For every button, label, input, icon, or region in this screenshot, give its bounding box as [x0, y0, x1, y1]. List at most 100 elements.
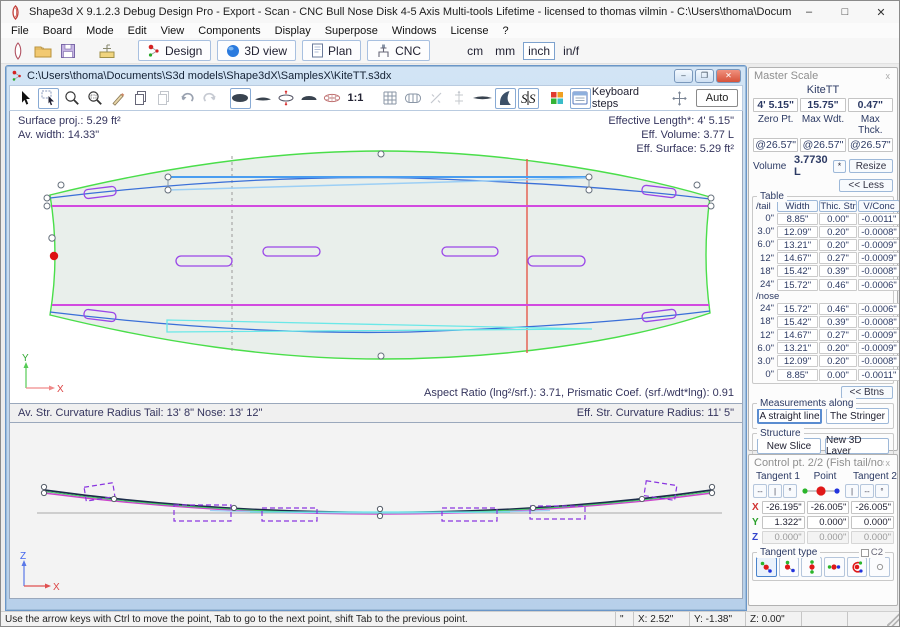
menu-edit[interactable]: Edit — [121, 25, 154, 37]
x-tangent1-field[interactable]: -26.195" — [762, 501, 805, 514]
star-button[interactable]: * — [833, 160, 846, 173]
design-button[interactable]: Design — [138, 40, 211, 61]
thickness-cell[interactable]: 0.20" — [819, 342, 857, 354]
scale-1-1-button[interactable]: 1:1 — [345, 88, 366, 109]
stringer-icon[interactable]: SS — [518, 88, 539, 109]
resize-grip[interactable] — [887, 612, 899, 626]
tangent1-length-button[interactable]: -- — [753, 484, 767, 498]
thickness-cell[interactable]: 0.20" — [819, 226, 857, 238]
colors-icon[interactable] — [547, 88, 568, 109]
z-tangent2-field[interactable]: 0.000" — [851, 531, 894, 544]
unit-inch[interactable]: inch — [523, 42, 555, 60]
master-scale-close-icon[interactable]: x — [884, 71, 893, 81]
control-point-close-icon[interactable]: x — [884, 458, 893, 468]
resize-button[interactable]: Resize — [849, 159, 893, 173]
thickness-cell[interactable]: 0.27" — [819, 252, 857, 264]
selected-control-point[interactable] — [50, 252, 58, 260]
slices-view-icon[interactable] — [299, 88, 320, 109]
menu-components[interactable]: Components — [191, 25, 267, 37]
vconc-cell[interactable]: -0.0006" — [858, 303, 900, 315]
thickness-view-icon[interactable] — [276, 88, 297, 109]
thic-col-button[interactable]: Thic. Str — [819, 200, 857, 212]
x-tangent2-field[interactable]: -26.005" — [851, 501, 894, 514]
unit-inf[interactable]: in/f — [559, 43, 583, 59]
axes-icon[interactable] — [449, 88, 470, 109]
tangent-type-continuous-button[interactable] — [756, 557, 777, 577]
thickness-cell[interactable]: 0.39" — [819, 316, 857, 328]
profile-view[interactable]: Z X — [9, 423, 743, 599]
menu-display[interactable]: Display — [268, 25, 318, 37]
export-machine-icon[interactable] — [96, 41, 118, 61]
properties-panel-icon[interactable] — [570, 88, 591, 109]
width-cell[interactable]: 13.21" — [777, 342, 818, 354]
zoom-area-tool-icon[interactable] — [84, 88, 105, 109]
width-cell[interactable]: 14.67" — [777, 252, 818, 264]
tangent-type-arc-button[interactable] — [847, 557, 868, 577]
tangent-type-vertical-button[interactable] — [801, 557, 822, 577]
width-cell[interactable]: 15.72" — [777, 279, 818, 291]
width-cell[interactable]: 15.42" — [777, 316, 818, 328]
tangent2-angle-button[interactable]: ° — [875, 484, 889, 498]
width-cell[interactable]: 15.72" — [777, 303, 818, 315]
y-tangent1-field[interactable]: 1.322" — [762, 516, 805, 529]
tangent1-angle-button[interactable]: ° — [783, 484, 797, 498]
thickness-cell[interactable]: 0.20" — [819, 239, 857, 251]
cnc-button[interactable]: CNC — [367, 40, 430, 61]
measure-tool-icon[interactable] — [107, 88, 128, 109]
width-cell[interactable]: 8.85" — [777, 213, 818, 225]
document-minimize-button[interactable]: – — [674, 69, 693, 83]
open-file-icon[interactable] — [32, 41, 54, 61]
c2-checkbox[interactable]: C2 — [859, 547, 885, 558]
thickness-cell[interactable]: 0.00" — [819, 213, 857, 225]
menu-license[interactable]: License — [444, 25, 496, 37]
auto-button[interactable]: Auto — [696, 89, 738, 107]
vconc-cell[interactable]: -0.0011" — [858, 369, 900, 381]
y-tangent2-field[interactable]: 0.000" — [851, 516, 894, 529]
width-cell[interactable]: 12.09" — [777, 226, 818, 238]
menu-view[interactable]: View — [154, 25, 192, 37]
width-cell[interactable]: 8.85" — [777, 369, 818, 381]
less-button[interactable]: << Less — [839, 179, 893, 192]
vconc-cell[interactable]: -0.0008" — [858, 265, 900, 277]
copy-icon[interactable] — [130, 88, 151, 109]
new-3d-layer-button[interactable]: New 3D Layer — [825, 438, 889, 454]
grid-icon[interactable] — [380, 88, 401, 109]
tangent-type-horizontal-button[interactable] — [824, 557, 845, 577]
z-point-field[interactable]: 0.000" — [807, 531, 850, 544]
select-tool-icon[interactable] — [15, 88, 36, 109]
profile-view-icon[interactable] — [253, 88, 274, 109]
paste-icon[interactable] — [153, 88, 174, 109]
width-cell[interactable]: 14.67" — [777, 329, 818, 341]
length-value[interactable]: 4' 5.15" — [753, 98, 798, 112]
cut-angle-icon[interactable] — [426, 88, 447, 109]
3d-view-button[interactable]: 3D view — [217, 40, 296, 61]
thickness-cell[interactable]: 0.39" — [819, 265, 857, 277]
document-close-button[interactable]: ✕ — [716, 69, 741, 83]
vconc-cell[interactable]: -0.0011" — [858, 213, 900, 225]
vconc-col-button[interactable]: V/Conc — [858, 200, 900, 212]
tangent2-length-button[interactable]: -- — [860, 484, 874, 498]
maximize-button[interactable]: □ — [827, 1, 863, 23]
tangent-type-angular-button[interactable] — [779, 557, 800, 577]
slices-panel-icon[interactable] — [403, 88, 424, 109]
outline-view[interactable]: Y X Surface proj.: 5.29 ft² Av. width: 1… — [9, 111, 743, 404]
vconc-cell[interactable]: -0.0009" — [858, 252, 900, 264]
stringer-button[interactable]: The Stringer — [826, 408, 889, 424]
width-value[interactable]: 15.75" — [800, 98, 845, 112]
unit-mm[interactable]: mm — [491, 43, 519, 59]
vconc-cell[interactable]: -0.0008" — [858, 316, 900, 328]
vconc-cell[interactable]: -0.0008" — [858, 226, 900, 238]
document-restore-button[interactable]: ❐ — [695, 69, 714, 83]
vconc-cell[interactable]: -0.0009" — [858, 342, 900, 354]
outline-view-icon[interactable] — [230, 88, 251, 109]
tangent1-vertical-button[interactable]: | — [768, 484, 782, 498]
vconc-cell[interactable]: -0.0006" — [858, 279, 900, 291]
wireframe-view-icon[interactable] — [322, 88, 343, 109]
z-tangent1-field[interactable]: 0.000" — [762, 531, 805, 544]
save-icon[interactable] — [57, 41, 79, 61]
c2-checkbox-box[interactable] — [861, 549, 869, 557]
redo-icon[interactable] — [199, 88, 220, 109]
thickness-value[interactable]: 0.47" — [848, 98, 893, 112]
zero-pt-value[interactable]: @26.57" — [753, 138, 798, 152]
undo-icon[interactable] — [176, 88, 197, 109]
